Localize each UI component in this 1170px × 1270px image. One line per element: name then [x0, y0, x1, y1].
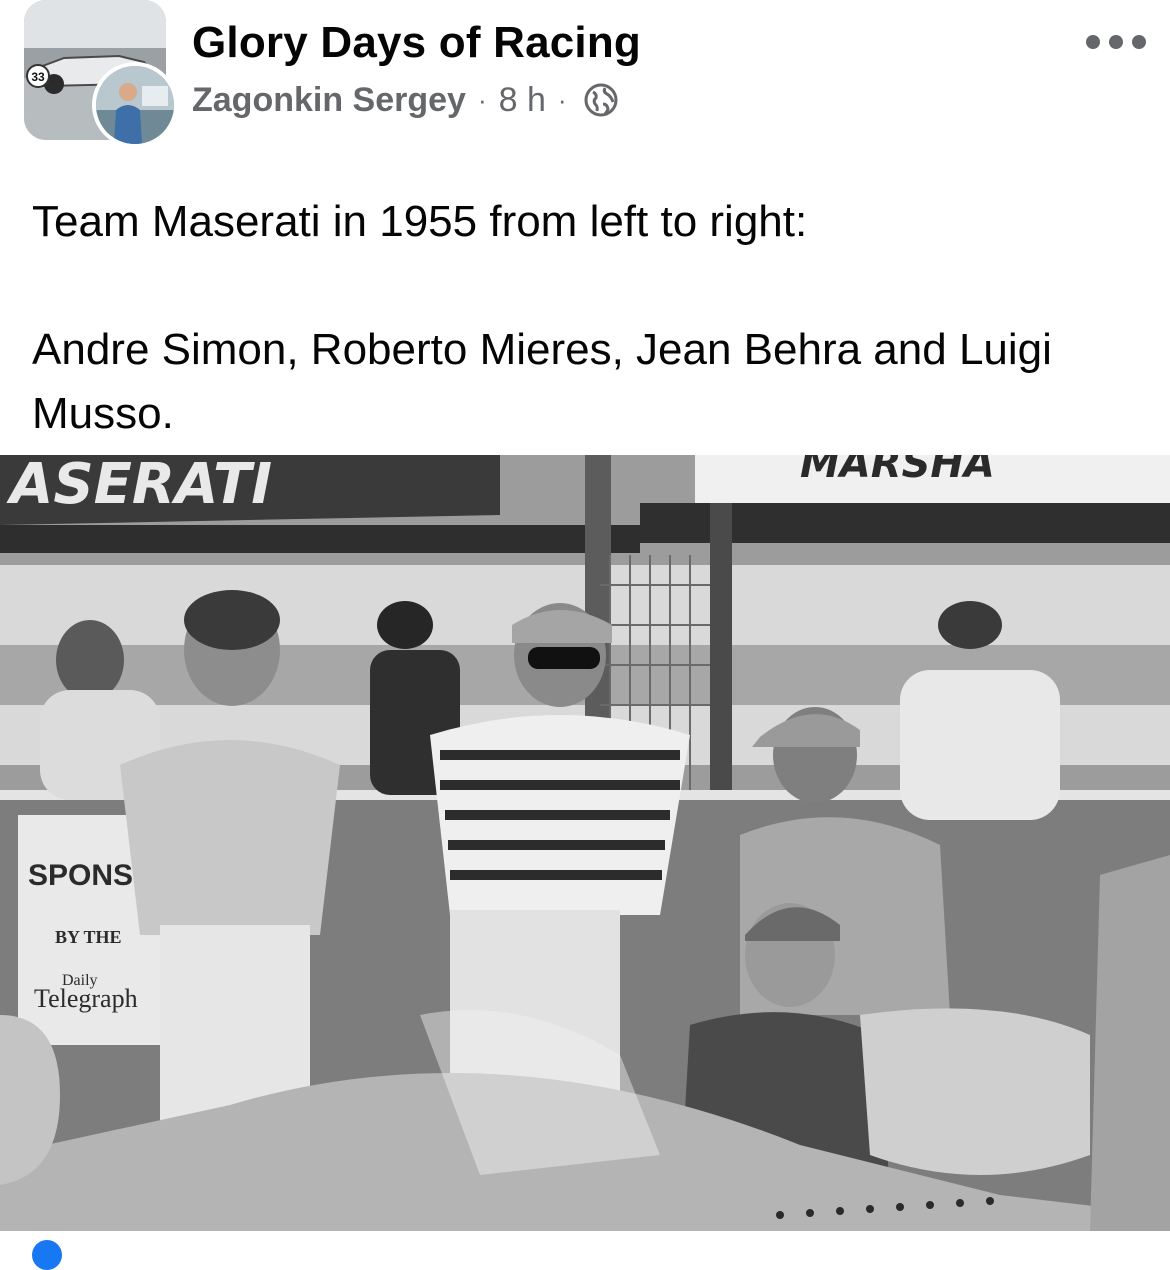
- post-text: Team Maserati in 1955 from left to right…: [32, 190, 1142, 446]
- meta-separator: ·: [557, 84, 567, 115]
- post-photo[interactable]: ASERATI MARSHA SPONSOR BY THE Daily Tele…: [0, 455, 1170, 1231]
- more-options-icon: [1086, 35, 1100, 49]
- globe-icon[interactable]: [583, 82, 619, 118]
- author-avatar[interactable]: [92, 62, 178, 148]
- more-options-icon: [1132, 35, 1146, 49]
- reaction-icon[interactable]: [32, 1240, 62, 1270]
- board-text-by-the: BY THE: [55, 927, 122, 947]
- post-text-line: Andre Simon, Roberto Mieres, Jean Behra …: [32, 325, 1052, 438]
- more-options-button[interactable]: [1086, 24, 1146, 60]
- post-text-line: Team Maserati in 1955 from left to right…: [32, 197, 808, 246]
- car-number: 33: [31, 70, 45, 84]
- post-time[interactable]: 8 h: [499, 81, 546, 120]
- board-text-telegraph: Telegraph: [34, 984, 138, 1013]
- author-name[interactable]: Zagonkin Sergey: [192, 81, 466, 120]
- author-photo: [96, 66, 174, 144]
- photo-sign-left: ASERATI: [6, 455, 272, 517]
- post-meta: Zagonkin Sergey · 8 h ·: [192, 80, 619, 120]
- group-name[interactable]: Glory Days of Racing: [192, 18, 641, 68]
- maserati-team-photo: ASERATI MARSHA SPONSOR BY THE Daily Tele…: [0, 455, 1170, 1231]
- post-header: 33 Glory Days of Racing Zagonkin Sergey …: [0, 0, 1170, 160]
- photo-sign-right: MARSHA: [800, 455, 995, 487]
- more-options-icon: [1109, 35, 1123, 49]
- meta-separator: ·: [477, 84, 487, 115]
